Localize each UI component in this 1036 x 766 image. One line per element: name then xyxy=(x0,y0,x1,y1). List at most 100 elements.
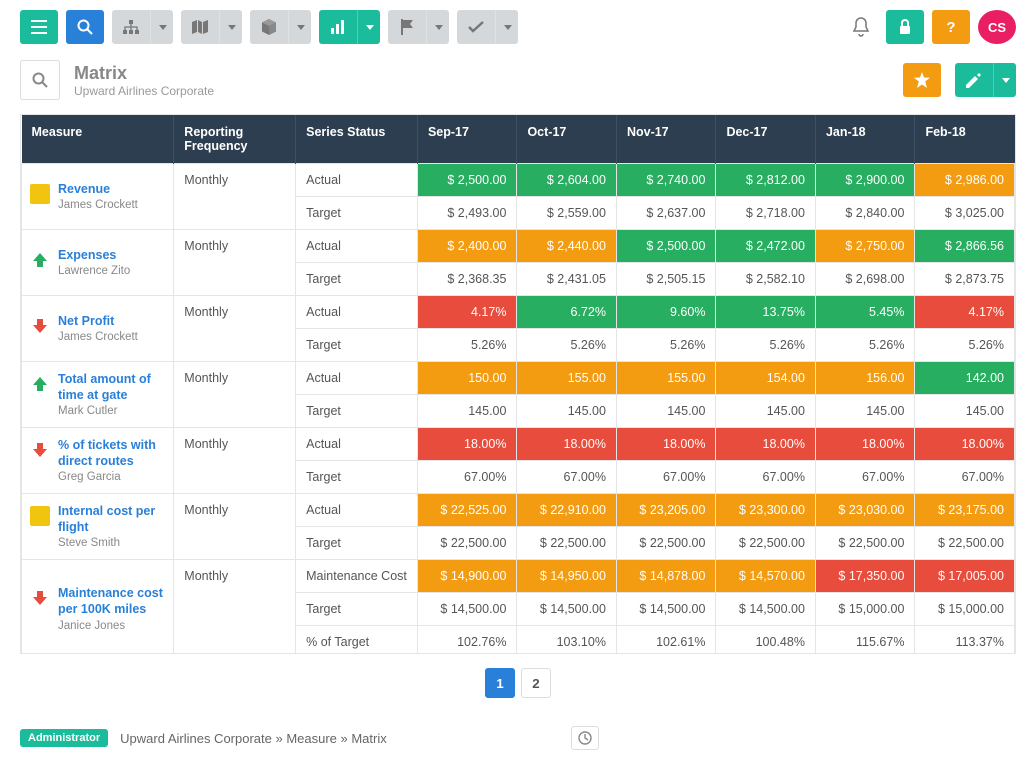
col-month-1: Oct-17 xyxy=(517,115,617,164)
lock-button[interactable] xyxy=(886,10,924,44)
series-status-cell: Actual xyxy=(296,362,418,395)
value-cell: $ 2,637.00 xyxy=(616,197,716,230)
flag-button[interactable] xyxy=(388,10,426,44)
measure-cell: Net ProfitJames Crockett xyxy=(22,296,174,362)
map-button[interactable] xyxy=(181,10,219,44)
avatar-initials: CS xyxy=(988,20,1006,35)
value-cell: $ 2,740.00 xyxy=(616,164,716,197)
history-button[interactable] xyxy=(571,726,599,750)
value-cell: $ 2,493.00 xyxy=(417,197,517,230)
value-cell: $ 17,005.00 xyxy=(915,560,1015,593)
value-cell: 156.00 xyxy=(815,362,915,395)
value-cell: $ 22,500.00 xyxy=(815,527,915,560)
value-cell: $ 2,873.75 xyxy=(915,263,1015,296)
measure-link[interactable]: Revenue xyxy=(58,182,138,198)
notifications-button[interactable] xyxy=(844,10,878,44)
edit-button[interactable] xyxy=(955,63,993,97)
value-cell: $ 15,000.00 xyxy=(915,593,1015,626)
flag-caret[interactable] xyxy=(426,10,449,44)
value-cell: $ 2,431.05 xyxy=(517,263,617,296)
page-title: Matrix xyxy=(74,63,214,84)
value-cell: 9.60% xyxy=(616,296,716,329)
value-cell: $ 2,812.00 xyxy=(716,164,816,197)
global-search-button[interactable] xyxy=(66,10,104,44)
measure-cell: Internal cost per flight Steve Smith xyxy=(22,494,174,560)
measure-link[interactable]: Net Profit xyxy=(58,314,138,330)
chart-caret[interactable] xyxy=(357,10,380,44)
measure-owner: James Crockett xyxy=(58,199,138,211)
table-row: RevenueJames CrockettMonthlyActual$ 2,50… xyxy=(22,164,1015,197)
series-status-cell: Target xyxy=(296,197,418,230)
package-button[interactable] xyxy=(250,10,288,44)
measure-owner: Janice Jones xyxy=(58,620,167,632)
check-button[interactable] xyxy=(457,10,495,44)
role-badge: Administrator xyxy=(20,729,108,747)
favorite-button[interactable] xyxy=(903,63,941,97)
value-cell: 18.00% xyxy=(716,428,816,461)
value-cell: $ 23,205.00 xyxy=(616,494,716,527)
edit-dropdown[interactable] xyxy=(955,63,1016,97)
check-dropdown[interactable] xyxy=(457,10,518,44)
user-avatar[interactable]: CS xyxy=(978,10,1016,44)
col-month-2: Nov-17 xyxy=(616,115,716,164)
chart-button[interactable] xyxy=(319,10,357,44)
map-caret[interactable] xyxy=(219,10,242,44)
series-status-cell: Actual xyxy=(296,230,418,263)
edit-caret[interactable] xyxy=(993,63,1016,97)
frequency-cell: Monthly xyxy=(174,560,296,655)
value-cell: 18.00% xyxy=(417,428,517,461)
check-caret[interactable] xyxy=(495,10,518,44)
page-2[interactable]: 2 xyxy=(521,668,551,698)
measure-link[interactable]: Maintenance cost per 100K miles xyxy=(58,586,167,617)
measure-owner: Mark Cutler xyxy=(58,405,167,417)
value-cell: 155.00 xyxy=(517,362,617,395)
menu-button[interactable] xyxy=(20,10,58,44)
pagination: 1 2 xyxy=(0,654,1036,716)
col-status: Series Status xyxy=(296,115,418,164)
org-dropdown[interactable] xyxy=(112,10,173,44)
measure-link[interactable]: Total amount of time at gate xyxy=(58,372,167,403)
value-cell: $ 2,400.00 xyxy=(417,230,517,263)
help-button[interactable]: ? xyxy=(932,10,970,44)
page-1[interactable]: 1 xyxy=(485,668,515,698)
value-cell: $ 14,900.00 xyxy=(417,560,517,593)
chart-dropdown[interactable] xyxy=(319,10,380,44)
table-row: Net ProfitJames CrockettMonthlyActual4.1… xyxy=(22,296,1015,329)
package-dropdown[interactable] xyxy=(250,10,311,44)
value-cell: $ 2,750.00 xyxy=(815,230,915,263)
measure-link[interactable]: % of tickets with direct routes xyxy=(58,438,167,469)
matrix-table-container: Measure Reporting Frequency Series Statu… xyxy=(20,114,1016,654)
col-month-5: Feb-18 xyxy=(915,115,1015,164)
map-dropdown[interactable] xyxy=(181,10,242,44)
measure-link[interactable]: Internal cost per flight xyxy=(58,504,167,535)
value-cell: 145.00 xyxy=(716,395,816,428)
value-cell: 155.00 xyxy=(616,362,716,395)
value-cell: 145.00 xyxy=(815,395,915,428)
flag-icon xyxy=(400,19,414,35)
value-cell: 18.00% xyxy=(517,428,617,461)
value-cell: 6.72% xyxy=(517,296,617,329)
arrow-up-icon xyxy=(30,374,50,394)
value-cell: $ 2,840.00 xyxy=(815,197,915,230)
table-row: Internal cost per flightSteve SmithMonth… xyxy=(22,494,1015,527)
star-icon xyxy=(914,72,930,88)
bell-icon xyxy=(852,17,870,37)
value-cell: 5.26% xyxy=(915,329,1015,362)
value-cell: 5.26% xyxy=(815,329,915,362)
series-status-cell: Actual xyxy=(296,164,418,197)
flag-dropdown[interactable] xyxy=(388,10,449,44)
col-month-4: Jan-18 xyxy=(815,115,915,164)
org-caret[interactable] xyxy=(150,10,173,44)
value-cell: 67.00% xyxy=(915,461,1015,494)
page-search-button[interactable] xyxy=(20,60,60,100)
matrix-table: Measure Reporting Frequency Series Statu… xyxy=(21,115,1015,654)
org-button[interactable] xyxy=(112,10,150,44)
measure-owner: Steve Smith xyxy=(58,537,167,549)
value-cell: 18.00% xyxy=(616,428,716,461)
frequency-cell: Monthly xyxy=(174,428,296,494)
package-caret[interactable] xyxy=(288,10,311,44)
measure-link[interactable]: Expenses xyxy=(58,248,130,264)
check-icon xyxy=(468,21,484,33)
square-indicator-icon xyxy=(30,506,50,526)
lock-icon xyxy=(898,19,912,35)
